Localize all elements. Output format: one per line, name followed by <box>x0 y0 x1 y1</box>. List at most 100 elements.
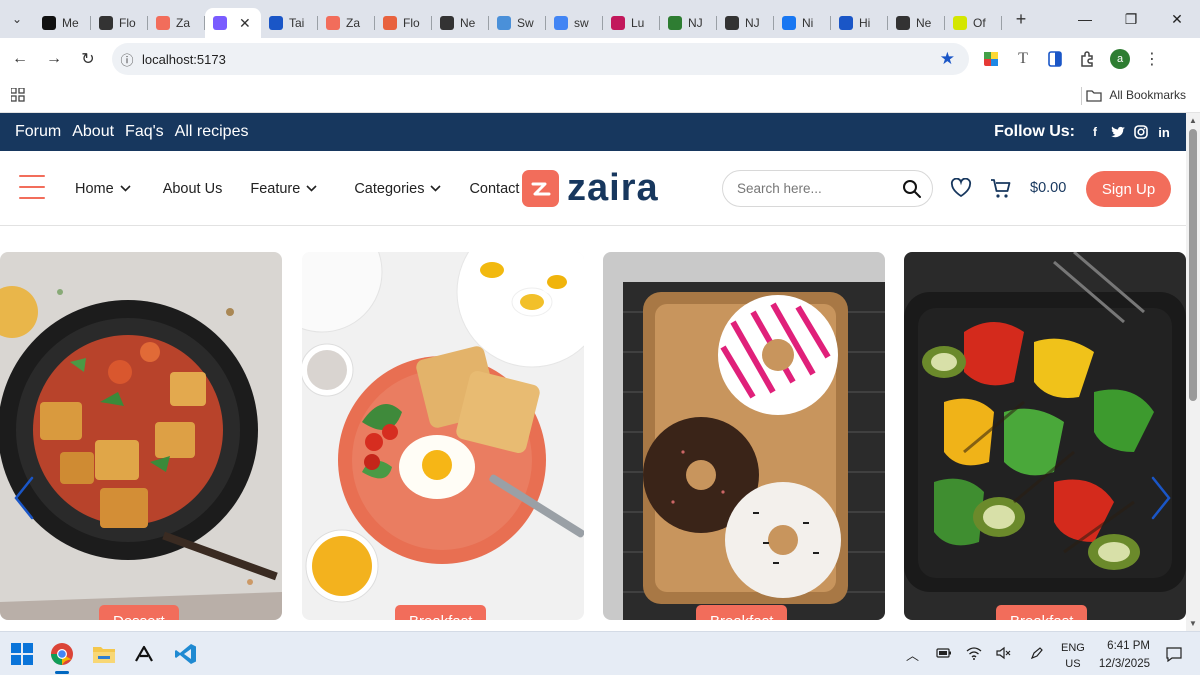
recipe-card-breakfast-3[interactable]: Breakfast <box>904 252 1186 620</box>
hamburger-menu-icon[interactable] <box>19 175 45 199</box>
acrobat-icon[interactable] <box>130 640 158 668</box>
recipe-card-dessert[interactable]: Dessert <box>0 252 282 620</box>
tab-close-icon[interactable]: ✕ <box>239 15 251 32</box>
restore-icon[interactable]: ❐ <box>1108 0 1154 38</box>
linkedin-icon[interactable]: in <box>1157 125 1171 140</box>
recipe-card-breakfast-2[interactable]: Breakfast <box>603 252 885 620</box>
top-link-forum[interactable]: Forum <box>15 123 61 141</box>
battery-icon[interactable] <box>936 647 952 659</box>
apps-grid-icon[interactable] <box>10 87 25 105</box>
twitter-icon[interactable] <box>1111 125 1125 139</box>
sign-up-button[interactable]: Sign Up <box>1086 171 1171 207</box>
category-tag-dessert[interactable]: Dessert <box>99 605 179 620</box>
wifi-icon[interactable] <box>966 646 982 660</box>
browser-tab[interactable]: Sw <box>489 8 546 38</box>
file-explorer-icon[interactable] <box>90 640 118 668</box>
facebook-icon[interactable]: f <box>1088 125 1102 139</box>
window-controls: — ❐ ✕ <box>1062 0 1200 38</box>
pen-icon[interactable] <box>1030 646 1044 660</box>
close-window-icon[interactable]: ✕ <box>1154 0 1200 38</box>
scrollbar-thumb[interactable] <box>1189 129 1197 401</box>
profile-avatar[interactable]: a <box>1110 49 1130 69</box>
new-tab-button[interactable]: + <box>1006 9 1036 30</box>
reader-extension-icon[interactable] <box>1046 50 1064 68</box>
nav-item-contact[interactable]: Contact <box>469 181 519 197</box>
language-indicator[interactable]: ENG US <box>1061 640 1085 672</box>
windows-start-icon[interactable] <box>8 640 36 668</box>
address-toolbar: ← → ↻ ⓘ localhost:5173 ★ T a ⋮ <box>0 38 1200 80</box>
site-logo[interactable]: zaira <box>522 169 659 207</box>
nav-item-categories[interactable]: Categories <box>354 180 442 197</box>
browser-tab[interactable]: Ne <box>432 8 489 38</box>
url-text[interactable]: localhost:5173 <box>142 52 226 67</box>
tab-title: Hi <box>859 16 871 30</box>
color-picker-extension-icon[interactable] <box>982 50 1000 68</box>
instagram-icon[interactable] <box>1134 125 1148 139</box>
system-clock[interactable]: 6:41 PM 12/3/2025 <box>1094 637 1150 673</box>
nav-item-feature[interactable]: Feature <box>250 181 317 197</box>
browser-tab[interactable]: Ni <box>774 8 831 38</box>
back-icon[interactable]: ← <box>3 50 37 68</box>
top-link-faqs[interactable]: Faq's <box>125 123 164 141</box>
speaker-muted-icon[interactable] <box>996 646 1012 660</box>
chrome-icon[interactable] <box>48 640 76 668</box>
browser-tab[interactable]: Of <box>945 8 1002 38</box>
browser-tab[interactable]: Me <box>34 8 91 38</box>
browser-tab[interactable]: Za <box>148 8 205 38</box>
browser-tab[interactable]: Flo <box>375 8 432 38</box>
slider-next-arrow-icon[interactable] <box>1149 476 1173 520</box>
all-bookmarks-button[interactable]: All Bookmarks <box>1086 88 1186 102</box>
reload-icon[interactable]: ↻ <box>71 49 105 69</box>
chevron-down-icon <box>430 185 442 192</box>
nav-item-about-us[interactable]: About Us <box>163 181 223 197</box>
browser-tab[interactable]: NJ <box>660 8 717 38</box>
tab-title: sw <box>574 16 589 30</box>
omnibox[interactable]: ⓘ localhost:5173 ★ <box>112 43 969 75</box>
recipe-card-breakfast-1[interactable]: Breakfast <box>302 252 584 620</box>
cart-icon[interactable] <box>990 178 1012 200</box>
browser-tab[interactable]: sw <box>546 8 603 38</box>
search-icon[interactable] <box>902 179 922 199</box>
tab-favicon-icon <box>326 16 340 30</box>
browser-tab-active[interactable]: ✕ <box>205 8 261 38</box>
scroll-up-icon[interactable]: ▲ <box>1189 116 1197 125</box>
minimize-icon[interactable]: — <box>1062 0 1108 38</box>
browser-tab[interactable]: Lu <box>603 8 660 38</box>
heart-icon[interactable] <box>950 178 972 198</box>
tab-title: Flo <box>119 16 136 30</box>
grilled-vegetables-image <box>904 252 1186 620</box>
search-input[interactable] <box>737 181 897 196</box>
main-nav: Home About Us Feature Categories Contact <box>75 151 519 226</box>
category-tag-breakfast-3[interactable]: Breakfast <box>996 605 1088 620</box>
top-link-all-recipes[interactable]: All recipes <box>175 123 249 141</box>
top-strip: Forum About Faq's All recipes Follow Us:… <box>0 113 1186 151</box>
scroll-down-icon[interactable]: ▼ <box>1189 619 1197 628</box>
cart-total[interactable]: $0.00 <box>1030 180 1066 196</box>
browser-tab[interactable]: Flo <box>91 8 148 38</box>
browser-tab[interactable]: Hi <box>831 8 888 38</box>
browser-tab[interactable]: Tai <box>261 8 318 38</box>
nav-item-label: Categories <box>354 180 425 197</box>
nav-item-home[interactable]: Home <box>75 181 131 197</box>
bookmark-star-icon[interactable]: ★ <box>940 49 955 69</box>
browser-tab[interactable]: Za <box>318 8 375 38</box>
browser-tab[interactable]: NJ <box>717 8 774 38</box>
browser-tab[interactable]: Ne <box>888 8 945 38</box>
top-link-about[interactable]: About <box>72 123 114 141</box>
browser-menu-icon[interactable]: ⋮ <box>1144 49 1160 69</box>
site-info-icon[interactable]: ⓘ <box>112 50 142 69</box>
font-extension-icon[interactable]: T <box>1014 50 1032 68</box>
tab-search-dropdown[interactable]: ⌄ <box>0 0 34 38</box>
extensions-puzzle-icon[interactable] <box>1078 50 1096 68</box>
tab-favicon-icon <box>440 16 454 30</box>
category-tag-breakfast-2[interactable]: Breakfast <box>696 605 788 620</box>
page-scrollbar[interactable]: ▲ ▼ <box>1186 113 1200 631</box>
slider-prev-arrow-icon[interactable] <box>12 476 36 520</box>
show-hidden-icons[interactable]: ︿ <box>906 645 919 664</box>
forward-icon[interactable]: → <box>37 50 71 68</box>
notifications-icon[interactable] <box>1165 646 1183 662</box>
vscode-icon[interactable] <box>172 640 200 668</box>
tab-title: Ni <box>802 16 814 30</box>
tab-favicon-icon <box>782 16 796 30</box>
category-tag-breakfast-1[interactable]: Breakfast <box>395 605 487 620</box>
